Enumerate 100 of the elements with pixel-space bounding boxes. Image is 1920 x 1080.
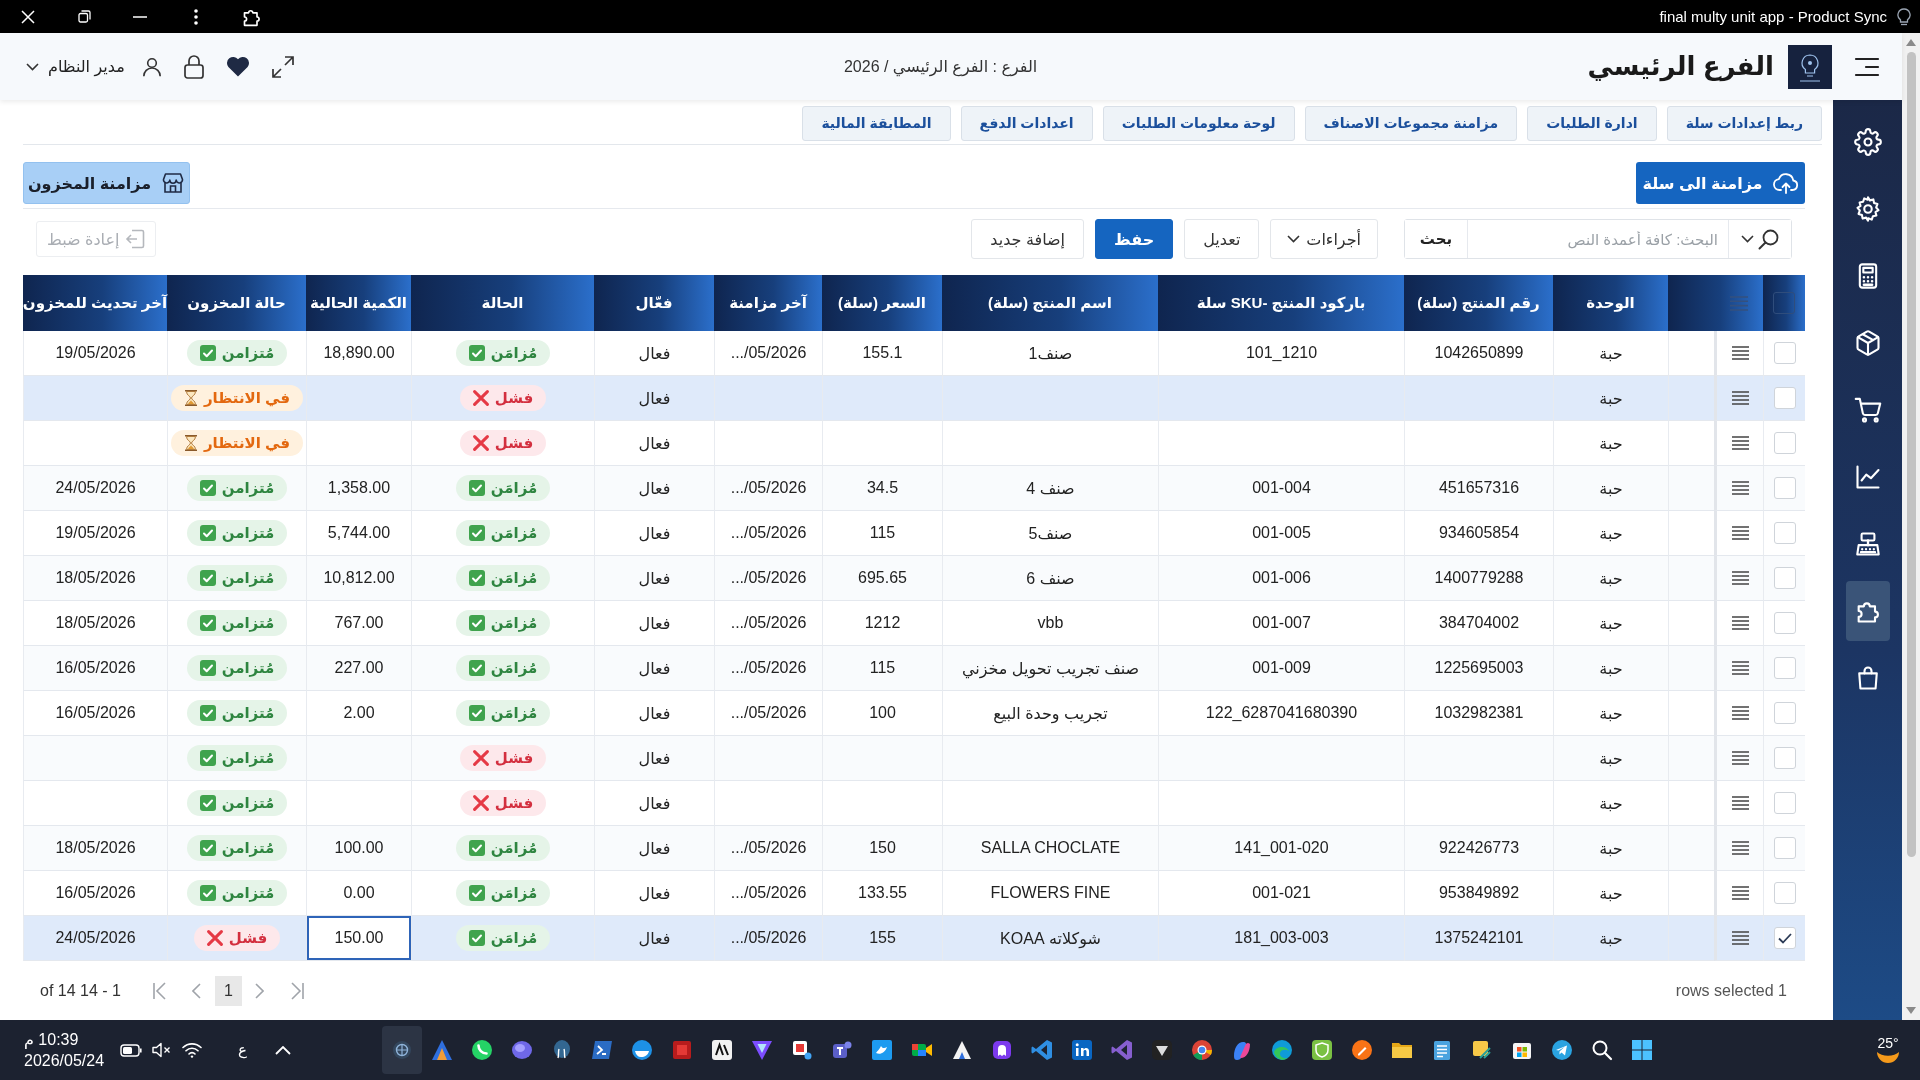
scrollbar-thumb[interactable] xyxy=(1906,52,1916,857)
row-checkbox[interactable] xyxy=(1773,657,1796,679)
status-text: مُزامَن xyxy=(490,884,538,902)
menu-icon xyxy=(1731,661,1749,675)
tab[interactable]: ربط إعدادات سلة xyxy=(1666,105,1822,141)
row-menu-button[interactable] xyxy=(1731,526,1749,540)
tab[interactable]: لوحة معلومات الطلبات xyxy=(1102,105,1295,141)
row-checkbox[interactable] xyxy=(1773,522,1796,544)
row-menu-button[interactable] xyxy=(1731,481,1749,495)
row-checkbox[interactable] xyxy=(1773,927,1796,949)
tab[interactable]: اعدادات الدفع xyxy=(960,105,1093,141)
sync-salla-button[interactable]: مزامنة الى سلة xyxy=(1636,162,1805,204)
menu-icon xyxy=(1731,346,1749,360)
tab[interactable]: مزامنة مجموعات الاصناف xyxy=(1304,105,1518,141)
chart-icon xyxy=(1853,463,1882,491)
select-all-checkbox[interactable] xyxy=(1773,292,1795,314)
moon-icon xyxy=(1876,1051,1900,1065)
row-menu-button[interactable] xyxy=(1731,796,1749,810)
row-menu-button[interactable] xyxy=(1731,391,1749,405)
menu-icon xyxy=(1731,526,1749,540)
app-icon xyxy=(1189,1038,1214,1062)
menu-icon xyxy=(1731,751,1749,765)
branch-context: الفرع : الفرع الرئيسي / 2026 xyxy=(843,57,1038,76)
status-text: مُتزامن xyxy=(221,569,275,587)
cart-icon xyxy=(1853,396,1882,424)
row-checkbox[interactable] xyxy=(1773,477,1796,499)
row-menu-button[interactable] xyxy=(1731,841,1749,855)
tab[interactable]: ادارة الطلبات xyxy=(1527,105,1657,141)
input-language[interactable]: ع xyxy=(238,1041,247,1059)
check-square-icon xyxy=(468,615,485,631)
row-checkbox[interactable] xyxy=(1773,567,1796,589)
table-row[interactable]: حبة فعال فشل مُتزامن xyxy=(23,781,1805,826)
row-checkbox[interactable] xyxy=(1773,747,1796,769)
page-button[interactable]: 1 xyxy=(214,975,242,1006)
status-text: مُتزامن xyxy=(221,794,275,812)
row-menu-button[interactable] xyxy=(1731,571,1749,585)
actions-dropdown[interactable]: أجراءات xyxy=(1270,219,1378,259)
status-text: مُزامَن xyxy=(490,929,538,947)
menu-icon xyxy=(1731,886,1749,900)
toolbar-button[interactable]: تعديل xyxy=(1184,219,1260,259)
status-text: مُزامَن xyxy=(490,839,538,857)
row-checkbox[interactable] xyxy=(1773,702,1796,724)
minimize-icon xyxy=(133,15,147,18)
quantity-input[interactable]: 150.00 xyxy=(306,916,411,961)
row-checkbox[interactable] xyxy=(1773,837,1796,859)
check-square-icon xyxy=(199,795,216,811)
table-row[interactable]: حبة فعال فشل في الانتظار xyxy=(23,376,1805,421)
toolbar-button[interactable]: حفظ xyxy=(1095,219,1174,259)
up-arrow-icon xyxy=(1906,39,1916,46)
app-icon xyxy=(1149,1038,1174,1062)
table-row[interactable]: حبة فعال فشل في الانتظار xyxy=(23,421,1805,466)
row-menu-button[interactable] xyxy=(1731,751,1749,765)
row-checkbox[interactable] xyxy=(1773,387,1796,409)
menu-icon xyxy=(1731,571,1749,585)
table-row[interactable]: حبة فعال فشل مُتزامن xyxy=(23,736,1805,781)
favorites-button[interactable] xyxy=(225,56,250,77)
lock-button[interactable] xyxy=(183,54,204,79)
row-checkbox[interactable] xyxy=(1773,432,1796,454)
cloud-upload-icon xyxy=(1772,172,1799,194)
column-header: الحالة xyxy=(411,275,594,331)
menu-icon xyxy=(1731,436,1749,450)
column-header: باركود المنتج -SKU سلة xyxy=(1158,275,1404,331)
menu-icon xyxy=(1854,56,1880,77)
fullscreen-button[interactable] xyxy=(271,55,294,78)
app-icon xyxy=(1549,1038,1574,1062)
cross-icon xyxy=(206,930,223,946)
search-icon xyxy=(1757,228,1780,250)
row-menu-button[interactable] xyxy=(1731,346,1749,360)
row-checkbox[interactable] xyxy=(1773,792,1796,814)
row-menu-button[interactable] xyxy=(1731,886,1749,900)
previous-icon xyxy=(192,982,202,999)
sync-stock-button[interactable]: مزامنة المخزون xyxy=(23,162,190,204)
toolbar-button[interactable]: إضافة جديد xyxy=(971,219,1085,259)
check-square-icon xyxy=(199,885,216,901)
row-checkbox[interactable] xyxy=(1773,612,1796,634)
user-menu-button[interactable]: مدير النظام xyxy=(26,56,162,77)
column-header: آخر تحديث للمخزون xyxy=(23,275,167,331)
clock-time: 10:39 م xyxy=(24,1030,79,1050)
check-square-icon xyxy=(199,525,216,541)
sidebar-button[interactable] xyxy=(1845,581,1890,641)
app-icon xyxy=(429,1038,454,1062)
row-menu-button[interactable] xyxy=(1731,661,1749,675)
row-checkbox[interactable] xyxy=(1773,882,1796,904)
check-square-icon xyxy=(468,480,485,496)
tab[interactable]: المطابقة المالية xyxy=(802,105,951,141)
tray-button[interactable] xyxy=(274,1045,291,1055)
row-menu-button[interactable] xyxy=(1731,436,1749,450)
row-menu-button[interactable] xyxy=(1731,616,1749,630)
status-text: في الانتظار xyxy=(203,434,291,452)
menu-icon xyxy=(1731,391,1749,405)
row-menu-button[interactable] xyxy=(1731,931,1749,945)
hourglass-icon xyxy=(183,435,198,451)
menu-button[interactable] xyxy=(1854,56,1880,77)
check-square-icon xyxy=(468,570,485,586)
temperature: 25° xyxy=(1877,1035,1899,1051)
column-header: حالة المخزون xyxy=(167,275,306,331)
row-menu-button[interactable] xyxy=(1731,706,1749,720)
status-text: مُزامَن xyxy=(490,524,538,542)
branch-title: الفرع الرئيسي xyxy=(1587,51,1774,82)
row-checkbox[interactable] xyxy=(1773,342,1796,364)
